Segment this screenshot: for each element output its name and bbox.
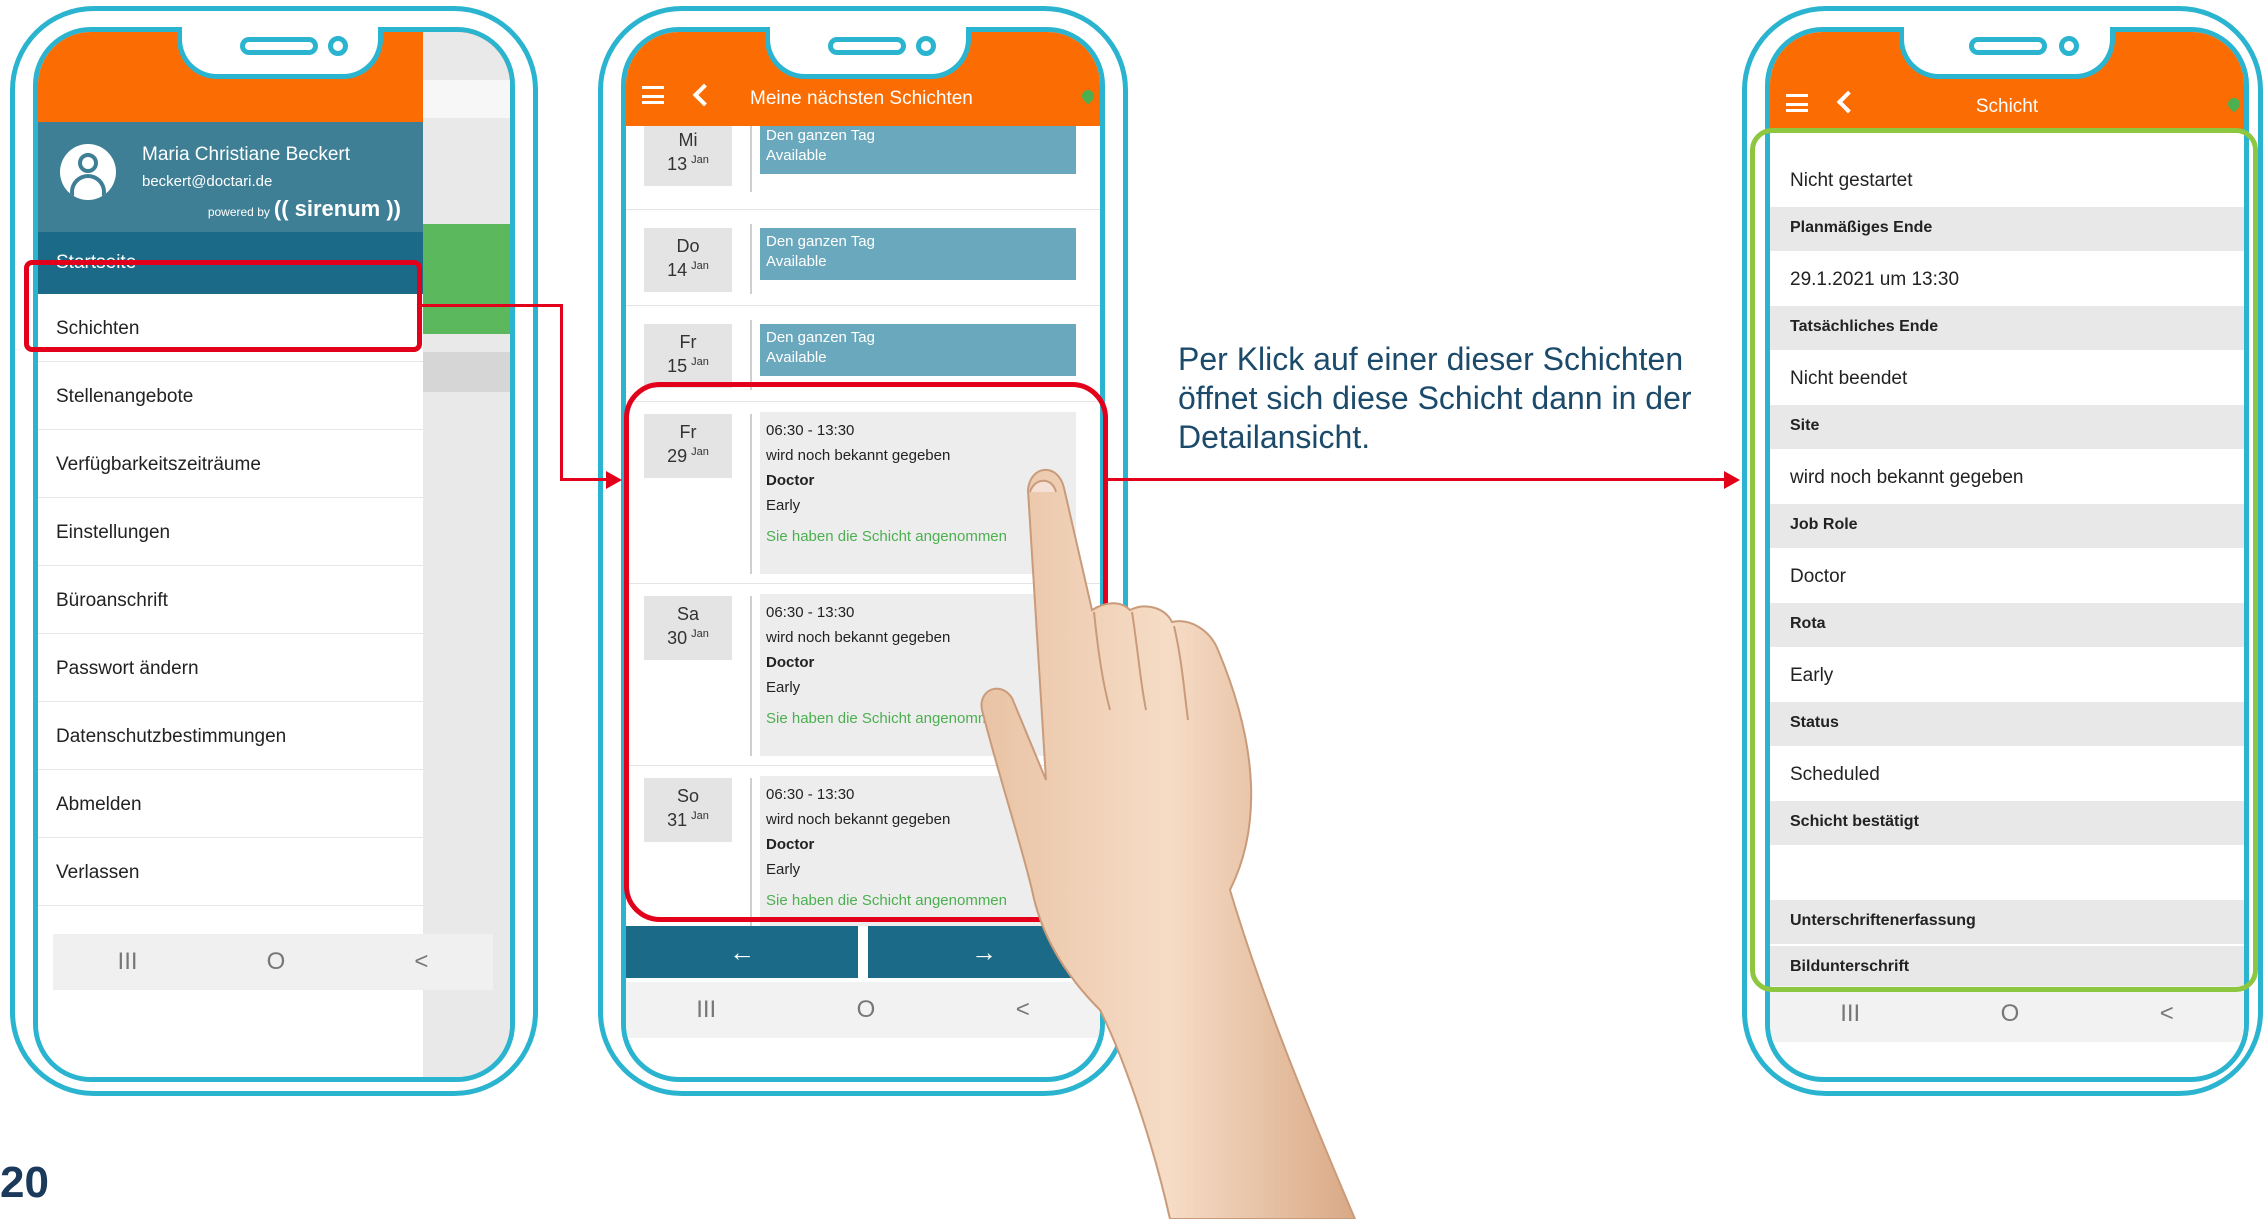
system-nav-bar: III O < — [1770, 986, 2244, 1042]
phone-drawer-frame: Maria Christiane Beckert beckert@doctari… — [10, 6, 538, 1096]
home-icon[interactable]: O — [267, 948, 286, 976]
callout-text: Per Klick auf einer dieser Schichten öff… — [1178, 341, 1692, 455]
camera-icon — [916, 36, 936, 56]
date-box: Mi 13 Jan — [644, 126, 732, 186]
dimmed-background — [423, 32, 510, 1077]
home-icon[interactable]: O — [857, 996, 876, 1024]
background-band — [423, 80, 510, 118]
weekday: Fr — [679, 332, 697, 352]
recent-apps-icon[interactable]: III — [1840, 1000, 1860, 1028]
user-email: beckert@doctari.de — [142, 173, 273, 190]
divider — [750, 224, 752, 294]
menu-item-stellenangebote[interactable]: Stellenangebote — [38, 362, 423, 430]
arrow-head-icon — [1724, 471, 1740, 489]
date-box: Do 14 Jan — [644, 228, 732, 292]
speaker-icon — [828, 37, 906, 55]
menu-icon[interactable] — [642, 86, 664, 104]
speaker-icon — [1969, 37, 2047, 55]
camera-icon — [328, 36, 348, 56]
list-item[interactable]: Mi 13 Jan Den ganzen Tag Available — [626, 126, 1100, 210]
back-icon[interactable]: < — [414, 948, 428, 976]
user-name: Maria Christiane Beckert — [142, 144, 351, 165]
back-chevron-icon[interactable] — [692, 83, 716, 107]
powered-by-logo: powered by(( sirenum )) — [208, 196, 401, 222]
menu-item-verfuegbarkeit[interactable]: Verfügbarkeitszeiträume — [38, 430, 423, 498]
speaker-icon — [240, 37, 318, 55]
availability-label: Den ganzen Tag — [766, 233, 875, 250]
availability-card: Den ganzen Tag Available — [760, 324, 1076, 376]
divider — [750, 320, 752, 390]
availability-label: Den ganzen Tag — [766, 329, 875, 346]
list-item[interactable]: Do 14 Jan Den ganzen Tag Available — [626, 210, 1100, 306]
day-number: 13 Jan — [667, 154, 709, 174]
menu-item-datenschutz[interactable]: Datenschutzbestimmungen — [38, 702, 423, 770]
menu-item-passwort[interactable]: Passwort ändern — [38, 634, 423, 702]
availability-status: Available — [766, 349, 827, 366]
drawer-header: Maria Christiane Beckert beckert@doctari… — [38, 122, 423, 232]
highlight-schichten — [24, 260, 422, 352]
previous-week-button[interactable]: ← — [626, 926, 858, 978]
back-icon[interactable]: < — [2160, 1000, 2174, 1028]
pointing-hand-icon — [980, 468, 1357, 1219]
weekday: Do — [676, 236, 700, 256]
app-bar-title: Meine nächsten Schichten — [750, 88, 973, 109]
camera-icon — [2059, 36, 2079, 56]
connector-line — [560, 478, 610, 481]
background-band — [423, 352, 510, 392]
highlight-detail — [1750, 128, 2258, 992]
date-box: Fr 15 Jan — [644, 324, 732, 388]
menu-item-einstellungen[interactable]: Einstellungen — [38, 498, 423, 566]
home-icon[interactable]: O — [2001, 1000, 2020, 1028]
availability-status: Available — [766, 147, 827, 164]
connector-line — [420, 304, 562, 307]
menu-item-abmelden[interactable]: Abmelden — [38, 770, 423, 838]
app-bar-title: Schicht — [1975, 96, 2039, 117]
menu-item-verlassen[interactable]: Verlassen — [38, 838, 423, 906]
day-number: 15 Jan — [667, 356, 709, 376]
background-green-card — [423, 224, 510, 334]
availability-status: Available — [766, 253, 827, 270]
system-nav-bar: III O < — [53, 934, 493, 990]
page-number: 20 — [0, 1158, 49, 1207]
divider — [750, 126, 752, 192]
weekday: Mi — [678, 130, 698, 150]
availability-card: Den ganzen Tag Available — [760, 126, 1076, 174]
brand-logo: (( sirenum )) — [273, 196, 401, 221]
menu-item-bueroanschrift[interactable]: Büroanschrift — [38, 566, 423, 634]
availability-card: Den ganzen Tag Available — [760, 228, 1076, 280]
recent-apps-icon[interactable]: III — [696, 996, 716, 1024]
phone-screen: Maria Christiane Beckert beckert@doctari… — [33, 27, 515, 1082]
powered-by-label: powered by — [207, 205, 270, 219]
arrow-head-icon — [606, 471, 622, 489]
recent-apps-icon[interactable]: III — [118, 948, 138, 976]
day-number: 14 Jan — [667, 260, 709, 280]
avatar — [60, 144, 116, 200]
location-pin-icon[interactable] — [1079, 87, 1097, 105]
availability-label: Den ganzen Tag — [766, 127, 875, 144]
connector-line — [560, 304, 563, 480]
